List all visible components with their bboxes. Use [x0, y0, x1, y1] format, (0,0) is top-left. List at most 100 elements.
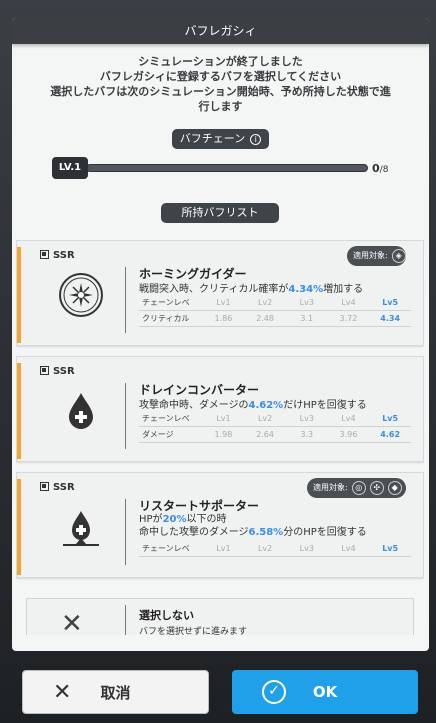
buff-name: リスタートサポーター — [139, 499, 260, 513]
table-cell: Lv2 — [257, 544, 273, 553]
intro-line: バフレガシィに登録するバフを選択してください — [99, 70, 342, 83]
checkbox-icon — [40, 366, 49, 375]
buff-chain-button[interactable]: バフチェーン i — [172, 129, 269, 149]
ok-button[interactable]: ✓ OK — [232, 670, 418, 714]
rarity-text: SSR — [53, 366, 75, 377]
buff-description: HPが20%以下の時 命中した攻撃のダメージ6.58%分のHPを回復する — [139, 513, 367, 539]
intro-line: シミュレーションが終了しました — [138, 55, 303, 68]
table-cell: 4.62 — [380, 430, 401, 439]
table-row: クリティカル 1.86 2.48 3.1 3.72 4.34 — [139, 311, 411, 327]
scatter-icon: ✣ — [369, 481, 384, 495]
desc-text: HPが — [139, 514, 163, 525]
table-cell: Lv2 — [257, 298, 273, 307]
skip-subtitle: バフを選択せずに進みます — [139, 627, 248, 635]
apply-label: 適用対象: — [313, 483, 348, 492]
rarity-stripe — [17, 479, 21, 575]
rarity-text: SSR — [53, 250, 75, 261]
modal-title: バフレガシィ — [12, 18, 429, 44]
level-badge: LV.1 — [52, 157, 88, 179]
table-cell: 3.72 — [339, 314, 358, 323]
table-header-row: チェーンレベ Lv1 Lv2 Lv3 Lv4 Lv5 — [139, 541, 411, 557]
buff-card[interactable]: SSR リスタートサポーター HPが20%以下の時 命中した攻撃のダメージ6.5… — [16, 472, 424, 578]
chain-level-table: チェーンレベ Lv1 Lv2 Lv3 Lv4 Lv5 クリティカル 1.86 2… — [139, 295, 411, 327]
progress-track — [86, 164, 368, 172]
table-header-row: チェーンレベ Lv1 Lv2 Lv3 Lv4 Lv5 — [139, 411, 411, 427]
table-cell: Lv1 — [216, 414, 231, 423]
table-cell: チェーンレベ — [142, 544, 190, 553]
chain-level-table: チェーンレベ Lv1 Lv2 Lv3 Lv4 Lv5 — [139, 541, 411, 557]
apply-target-badge: 適用対象: ◈ — [347, 246, 406, 266]
table-cell: Lv3 — [299, 414, 314, 423]
desc-text: 攻撃命中時、ダメージの — [139, 400, 249, 411]
table-cell: 4.34 — [380, 314, 401, 323]
desc-text: 命中した攻撃のダメージ — [139, 527, 249, 538]
table-cell: 1.98 — [214, 430, 233, 439]
rarity-stripe — [17, 363, 21, 459]
table-cell: チェーンレベ — [142, 298, 190, 307]
table-cell: 3.1 — [300, 314, 314, 323]
buff-legacy-modal: バフレガシィ シミュレーションが終了しました バフレガシィに登録するバフを選択し… — [12, 18, 429, 651]
desc-highlight: 6.58% — [248, 527, 284, 538]
apply-target-badge: 適用対象: ◎ ✣ ◆ — [307, 478, 406, 498]
table-cell: Lv5 — [382, 414, 399, 423]
table-cell: Lv5 — [382, 298, 399, 307]
desc-highlight: 20% — [162, 514, 187, 525]
divider — [125, 605, 126, 635]
table-row: ダメージ 1.98 2.64 3.3 3.96 4.62 — [139, 427, 411, 443]
checkbox-icon — [40, 250, 49, 259]
table-cell: 3.96 — [339, 430, 358, 439]
table-cell: 3.3 — [300, 430, 314, 439]
chain-count: 0/8 — [372, 162, 388, 175]
desc-text: 分のHPを回復する — [283, 527, 367, 538]
crosshair-burst-icon — [57, 271, 105, 319]
buff-chain-label: バフチェーン — [179, 132, 246, 145]
intro-text: シミュレーションが終了しました バフレガシィに登録するバフを選択してください 選… — [32, 54, 409, 114]
ok-label: OK — [312, 683, 338, 701]
desc-text: 増加する — [323, 284, 364, 295]
table-cell: Lv1 — [216, 544, 231, 553]
table-cell: チェーンレベ — [142, 414, 190, 423]
buff-list[interactable]: SSR ホーミングガイダー 戦闘突入時、クリティカル確率が4.34%増加する 適… — [16, 240, 424, 635]
table-cell: Lv5 — [382, 544, 399, 553]
table-cell: Lv4 — [341, 414, 356, 423]
cancel-label: 取消 — [100, 683, 131, 702]
intro-line: 選択したバフは次のシミュレーション開始時、予め所持した状態で進 — [50, 85, 391, 98]
cancel-button[interactable]: ✕ 取消 — [22, 670, 209, 714]
desc-text: 以下の時 — [186, 514, 227, 525]
table-cell: Lv4 — [341, 544, 356, 553]
desc-text: 戦闘突入時、クリティカル確率が — [139, 284, 289, 295]
owned-buff-list-label: 所持バフリスト — [161, 203, 279, 223]
desc-highlight: 4.34% — [288, 284, 324, 295]
rarity-label: SSR — [40, 482, 75, 493]
table-cell: Lv2 — [257, 414, 273, 423]
close-icon: ✕ — [61, 609, 83, 635]
buff-card[interactable]: SSR ドレインコンバーター 攻撃命中時、ダメージの4.62%だけHPを回復する… — [16, 356, 424, 462]
chain-progress: LV.1 — [52, 157, 372, 179]
table-cell: ダメージ — [142, 430, 174, 439]
buff-card[interactable]: SSR ホーミングガイダー 戦闘突入時、クリティカル確率が4.34%増加する 適… — [16, 240, 424, 346]
skip-title: 選択しない — [139, 609, 194, 622]
rarity-stripe — [17, 247, 21, 343]
table-cell: Lv1 — [216, 298, 231, 307]
table-cell: Lv3 — [299, 298, 314, 307]
apply-label: 適用対象: — [353, 251, 388, 260]
skip-option[interactable]: ✕ 選択しない バフを選択せずに進みます — [26, 598, 414, 635]
rarity-label: SSR — [40, 250, 75, 261]
diamond-target-icon: ◈ — [391, 249, 406, 263]
blood-drop-plus-icon — [57, 387, 105, 435]
drop-plus-base-icon — [57, 503, 105, 551]
table-cell: クリティカル — [142, 314, 190, 323]
table-cell: Lv3 — [299, 544, 314, 553]
target-icon: ◎ — [351, 481, 366, 495]
buff-name: ドレインコンバーター — [139, 383, 260, 397]
info-icon[interactable]: i — [250, 133, 262, 145]
divider — [125, 267, 126, 333]
table-cell: 2.48 — [256, 314, 274, 323]
buff-name: ホーミングガイダー — [139, 267, 247, 281]
desc-text: だけHPを回復する — [283, 400, 367, 411]
count-value: 0 — [372, 162, 380, 175]
table-cell: 2.64 — [256, 430, 274, 439]
table-cell: Lv4 — [341, 298, 356, 307]
table-header-row: チェーンレベ Lv1 Lv2 Lv3 Lv4 Lv5 — [139, 295, 411, 311]
count-max: /8 — [379, 165, 389, 175]
